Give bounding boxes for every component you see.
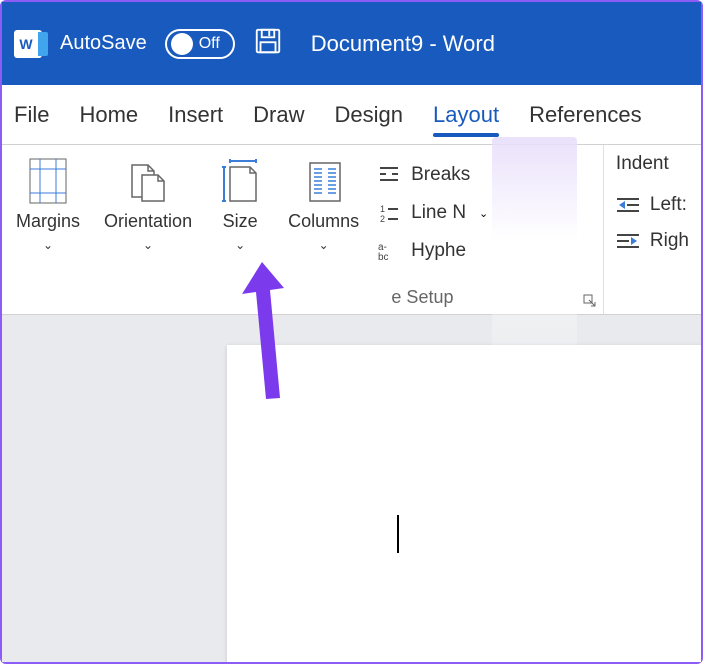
autosave-label: AutoSave — [60, 32, 147, 55]
document-title: Document9 - Word — [311, 31, 495, 57]
indent-left-label: Left: — [650, 194, 687, 216]
svg-text:2: 2 — [380, 214, 385, 224]
tab-layout[interactable]: Layout — [433, 85, 499, 145]
svg-text:bc: bc — [378, 252, 389, 262]
line-numbers-button[interactable]: 1 2 Line N ⌄ — [375, 199, 490, 227]
line-numbers-label: Line N — [411, 202, 466, 224]
breaks-button[interactable]: Breaks — [375, 161, 490, 189]
chevron-down-icon: ⌄ — [143, 238, 153, 252]
margins-icon — [24, 157, 72, 205]
columns-button[interactable]: Columns ⌄ — [280, 153, 367, 287]
indent-right-label: Righ — [650, 230, 689, 252]
indent-left-icon — [616, 193, 640, 217]
indent-left-control[interactable]: Left: — [616, 187, 689, 223]
word-logo-icon: W — [14, 30, 42, 58]
autosave-toggle[interactable]: Off — [165, 29, 235, 59]
hyphenation-button[interactable]: a- bc Hyphe — [375, 237, 490, 265]
columns-label: Columns — [288, 211, 359, 232]
breaks-label: Breaks — [411, 164, 470, 186]
tab-design[interactable]: Design — [335, 85, 403, 145]
orientation-button[interactable]: Orientation ⌄ — [96, 153, 200, 287]
size-label: Size — [223, 211, 258, 232]
indent-label: Indent — [616, 153, 689, 175]
save-button[interactable] — [253, 26, 283, 61]
line-numbers-icon: 1 2 — [377, 201, 401, 225]
tab-draw[interactable]: Draw — [253, 85, 304, 145]
size-button[interactable]: Size ⌄ — [208, 153, 272, 287]
size-icon — [216, 157, 264, 205]
tab-home[interactable]: Home — [79, 85, 138, 145]
chevron-down-icon: ⌄ — [479, 207, 488, 220]
autosave-toggle-text: Off — [199, 35, 220, 53]
hyphenation-icon: a- bc — [377, 239, 401, 263]
svg-text:1: 1 — [380, 204, 385, 214]
toggle-knob-icon — [171, 33, 193, 55]
indent-right-control[interactable]: Righ — [616, 223, 689, 259]
tab-references[interactable]: References — [529, 85, 642, 145]
hyphenation-label: Hyphe — [411, 240, 466, 262]
tab-file[interactable]: File — [14, 85, 49, 145]
page-setup-dialog-launcher[interactable] — [583, 294, 597, 308]
margins-button[interactable]: Margins ⌄ — [8, 153, 88, 287]
page-setup-group: Margins ⌄ Orientation ⌄ — [2, 145, 604, 314]
chevron-down-icon: ⌄ — [319, 238, 329, 252]
page[interactable] — [227, 345, 701, 662]
orientation-label: Orientation — [104, 211, 192, 232]
indent-right-icon — [616, 229, 640, 253]
columns-icon — [300, 157, 348, 205]
paragraph-group: Indent Left: Righ — [604, 145, 701, 314]
margins-label: Margins — [16, 211, 80, 232]
orientation-icon — [124, 157, 172, 205]
ribbon: Margins ⌄ Orientation ⌄ — [2, 145, 701, 315]
breaks-icon — [377, 163, 401, 187]
text-cursor — [397, 515, 399, 553]
document-area[interactable] — [2, 315, 701, 662]
tab-insert[interactable]: Insert — [168, 85, 223, 145]
ribbon-tabs: File Home Insert Draw Design Layout Refe… — [2, 85, 701, 145]
chevron-down-icon: ⌄ — [235, 238, 245, 252]
titlebar: W AutoSave Off Document9 - Word — [2, 2, 701, 85]
page-setup-group-label: e Setup — [8, 287, 597, 312]
chevron-down-icon: ⌄ — [43, 238, 53, 252]
